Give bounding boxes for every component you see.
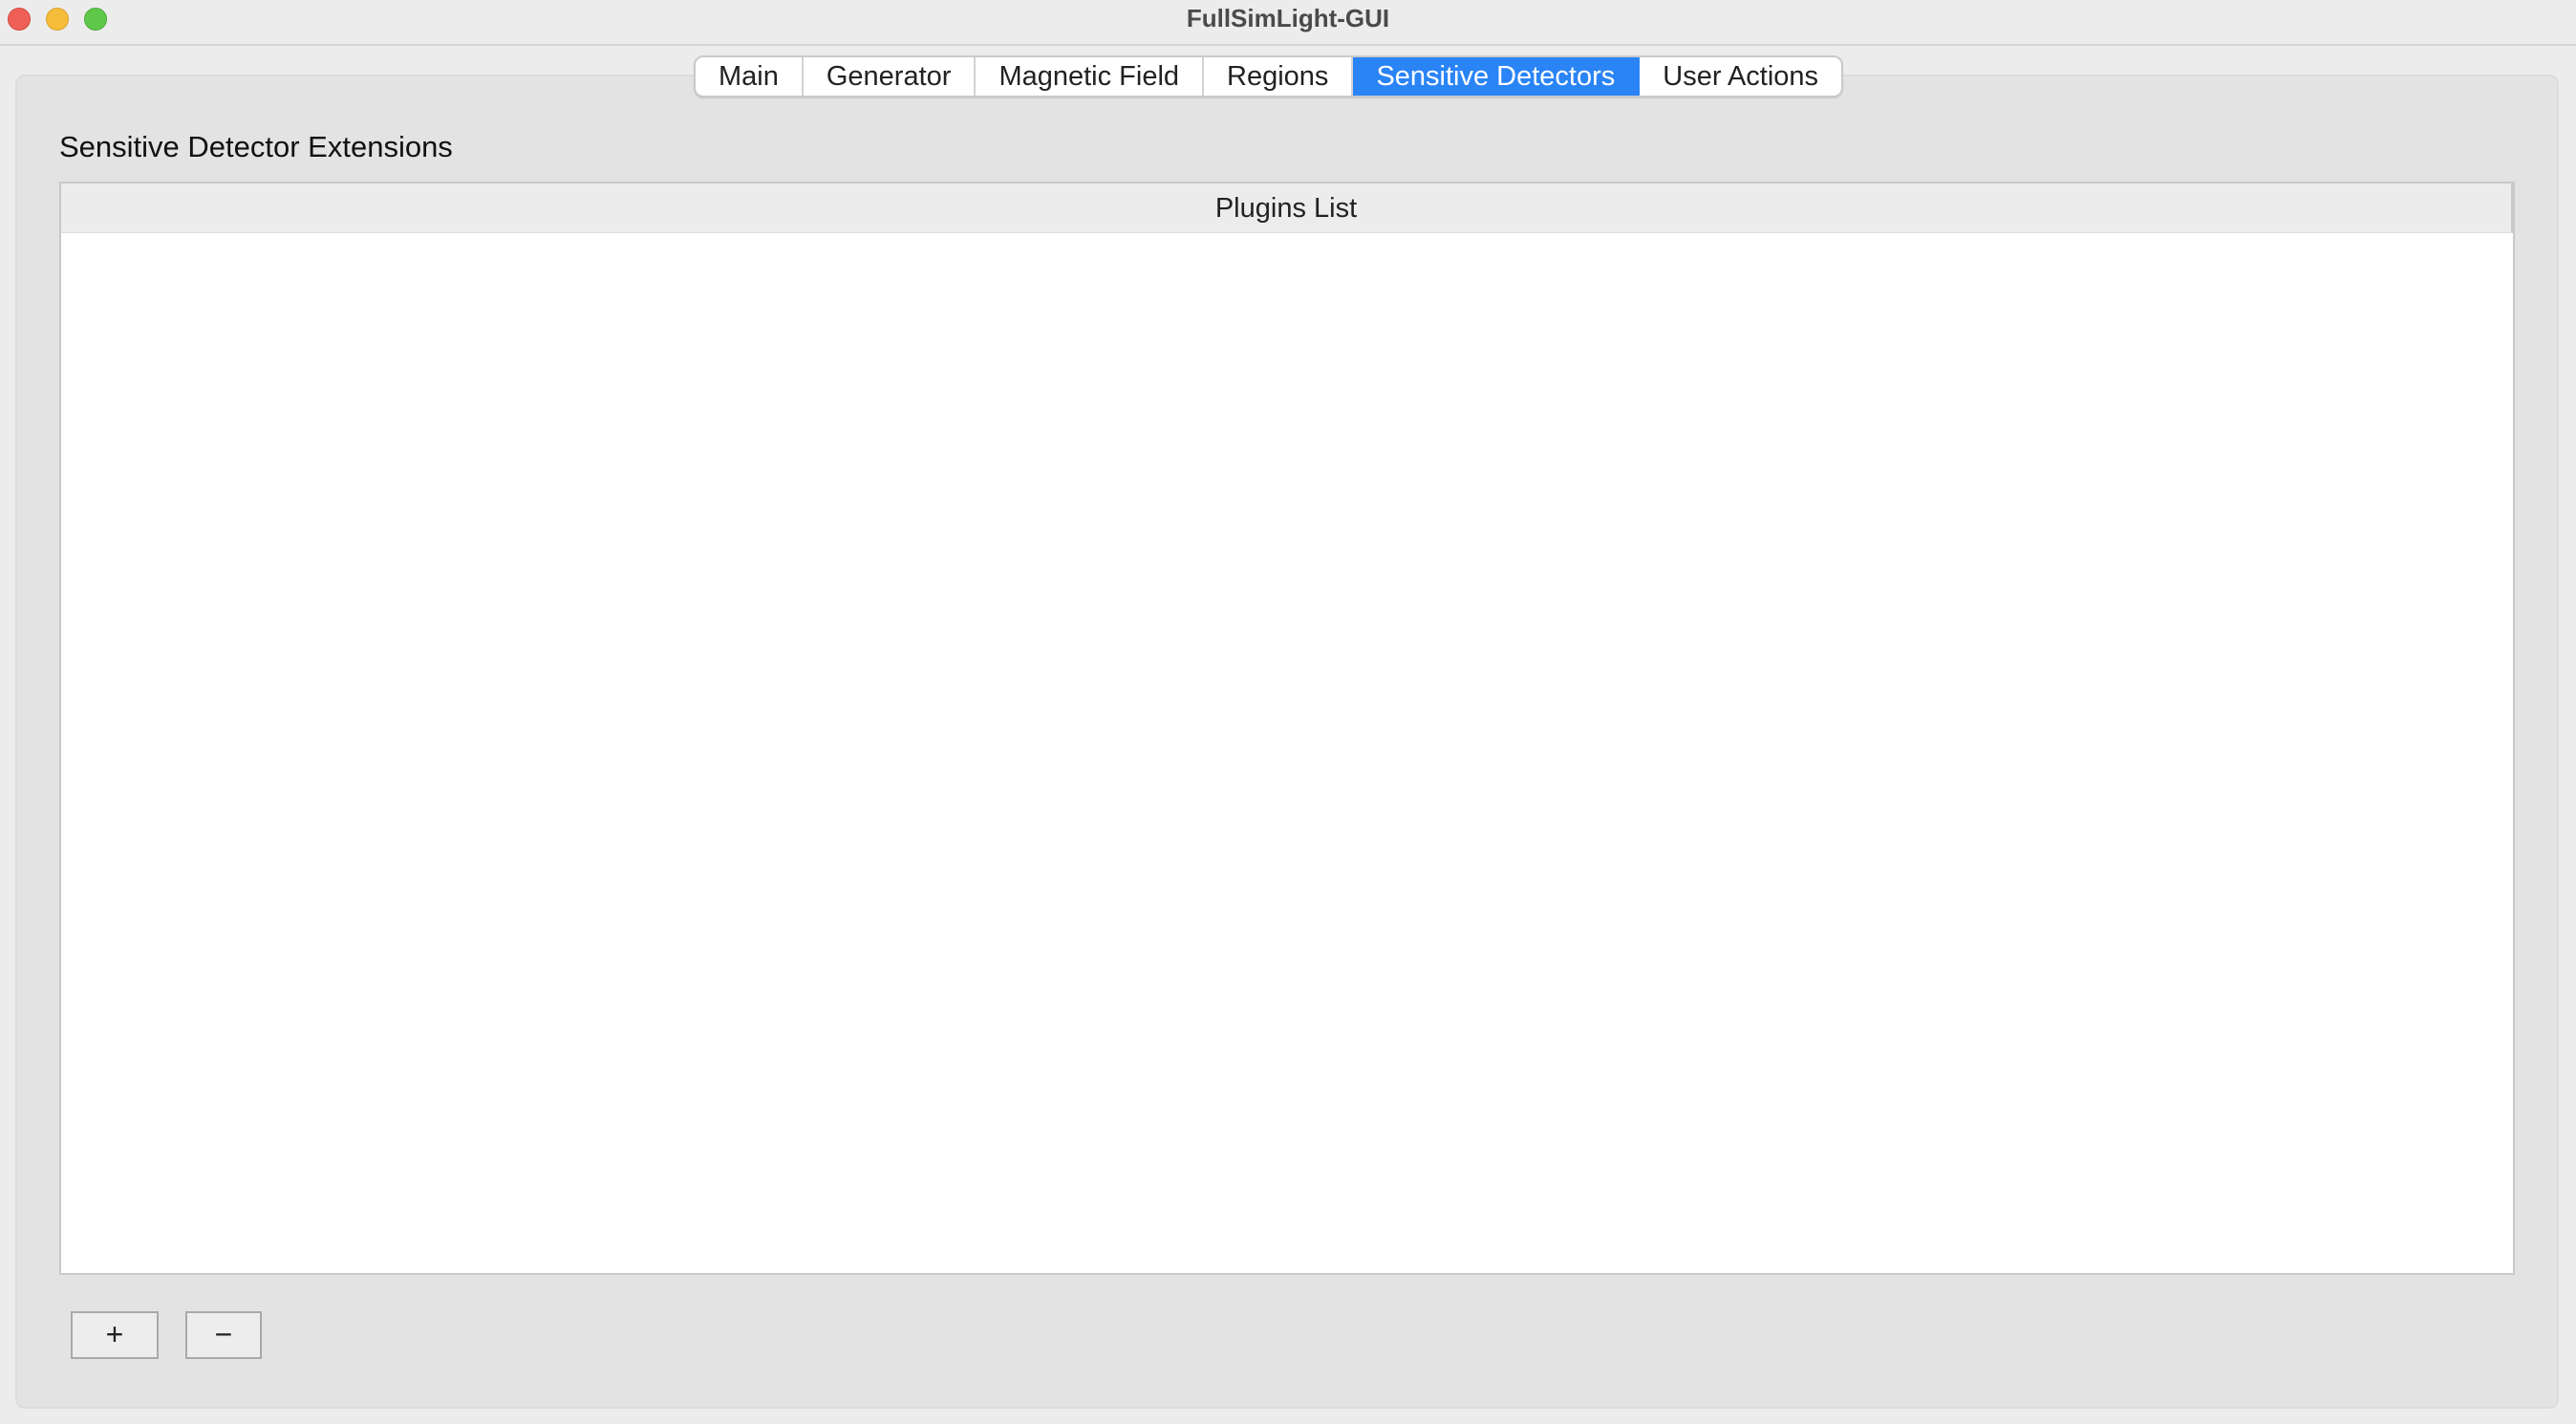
tab-regions[interactable]: Regions: [1204, 57, 1354, 96]
tab-user-actions[interactable]: User Actions: [1640, 57, 1841, 96]
window-title: FullSimLight-GUI: [1186, 4, 1390, 32]
tab-generator[interactable]: Generator: [804, 57, 977, 96]
tab-sensitive-detectors[interactable]: Sensitive Detectors: [1353, 57, 1641, 96]
tab-main[interactable]: Main: [696, 57, 804, 96]
tab-bar: Main Generator Magnetic Field Regions Se…: [694, 55, 1844, 97]
plugins-list-column-header[interactable]: Plugins List: [61, 183, 2513, 233]
tab-magnetic-field[interactable]: Magnetic Field: [976, 57, 1205, 96]
title-bar: FullSimLight-GUI: [0, 0, 2576, 46]
remove-plugin-button[interactable]: −: [185, 1311, 262, 1359]
section-title: Sensitive Detector Extensions: [59, 130, 453, 163]
plugins-list-body[interactable]: [61, 233, 2513, 1273]
app-window: FullSimLight-GUI Main Generator Magnetic…: [0, 0, 2576, 1424]
add-plugin-button[interactable]: +: [71, 1311, 159, 1359]
plugins-table: Plugins List: [59, 182, 2515, 1275]
